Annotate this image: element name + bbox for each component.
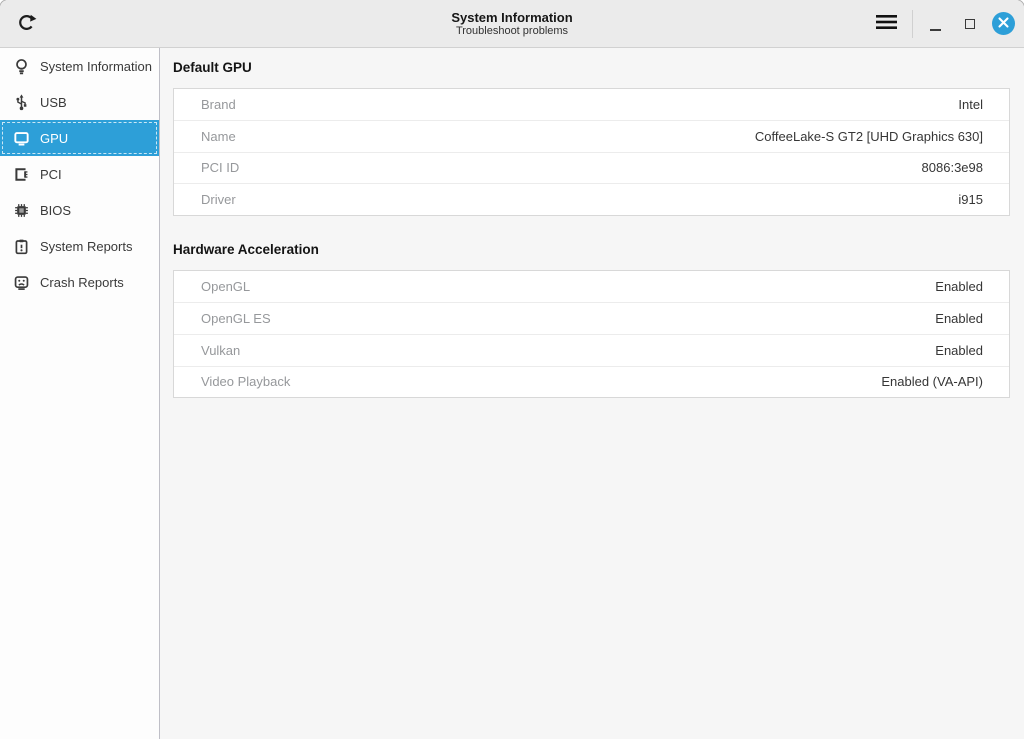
- row-value: 8086:3e98: [922, 160, 983, 175]
- table-row: OpenGL Enabled: [174, 271, 1009, 302]
- refresh-button[interactable]: [9, 7, 43, 41]
- section-title: Default GPU: [173, 60, 1010, 75]
- sidebar-item-label: PCI: [40, 167, 62, 182]
- section-title: Hardware Acceleration: [173, 242, 1010, 257]
- table-row: Brand Intel: [174, 89, 1009, 120]
- maximize-icon: [965, 19, 975, 29]
- hamburger-menu-icon: [876, 14, 897, 33]
- header-separator: [912, 10, 913, 38]
- section-default-gpu: Default GPU Brand Intel Name CoffeeLake-S GT…: [173, 60, 1010, 216]
- row-value: Enabled (VA-API): [881, 374, 983, 389]
- row-label: Video Playback: [201, 374, 290, 389]
- maximize-button[interactable]: [957, 7, 983, 41]
- sidebar-item-system-information[interactable]: System Information: [0, 48, 159, 84]
- sidebar-item-label: BIOS: [40, 203, 71, 218]
- crash-face-icon: [12, 273, 30, 291]
- table-row: OpenGL ES Enabled: [174, 302, 1009, 334]
- window-subtitle: Troubleshoot problems: [451, 25, 572, 38]
- app-body: System Information USB GPU PCI BIOS: [0, 48, 1024, 739]
- row-label: Name: [201, 129, 236, 144]
- row-label: PCI ID: [201, 160, 239, 175]
- info-table: Brand Intel Name CoffeeLake-S GT2 [UHD Grap…: [173, 88, 1010, 216]
- sidebar-item-label: System Reports: [40, 239, 132, 254]
- header-controls: [869, 7, 1024, 41]
- table-row: Name CoffeeLake-S GT2 [UHD Graphics 630]: [174, 120, 1009, 152]
- main-content: Default GPU Brand Intel Name CoffeeLake-S GT…: [160, 48, 1024, 739]
- sidebar-item-usb[interactable]: USB: [0, 84, 159, 120]
- sidebar-item-system-reports[interactable]: System Reports: [0, 228, 159, 264]
- chip-icon: [12, 201, 30, 219]
- sidebar-item-pci[interactable]: PCI: [0, 156, 159, 192]
- row-value: Enabled: [935, 343, 983, 358]
- sidebar-item-label: GPU: [40, 131, 68, 146]
- close-button[interactable]: [992, 12, 1015, 35]
- app-window: System Information Troubleshoot problems: [0, 0, 1024, 739]
- table-row: Video Playback Enabled (VA-API): [174, 366, 1009, 398]
- refresh-icon: [16, 12, 37, 36]
- sidebar-item-label: System Information: [40, 59, 152, 74]
- minimize-icon: [930, 29, 941, 31]
- row-label: Driver: [201, 192, 236, 207]
- headerbar: System Information Troubleshoot problems: [0, 0, 1024, 48]
- pci-card-icon: [12, 165, 30, 183]
- table-row: Vulkan Enabled: [174, 334, 1009, 366]
- window-title-block: System Information Troubleshoot problems: [451, 10, 572, 38]
- row-label: Vulkan: [201, 343, 240, 358]
- menu-button[interactable]: [869, 7, 903, 41]
- minimize-button[interactable]: [922, 7, 948, 41]
- row-value: CoffeeLake-S GT2 [UHD Graphics 630]: [755, 129, 983, 144]
- row-label: OpenGL: [201, 279, 250, 294]
- row-value: i915: [958, 192, 983, 207]
- row-value: Enabled: [935, 311, 983, 326]
- sidebar: System Information USB GPU PCI BIOS: [0, 48, 160, 739]
- sidebar-item-label: USB: [40, 95, 67, 110]
- usb-icon: [12, 93, 30, 111]
- sidebar-item-crash-reports[interactable]: Crash Reports: [0, 264, 159, 300]
- table-row: PCI ID 8086:3e98: [174, 152, 1009, 184]
- sidebar-item-bios[interactable]: BIOS: [0, 192, 159, 228]
- sidebar-item-label: Crash Reports: [40, 275, 124, 290]
- monitor-icon: [12, 129, 30, 147]
- info-table: OpenGL Enabled OpenGL ES Enabled Vulkan Enabl…: [173, 270, 1010, 398]
- row-value: Intel: [958, 97, 983, 112]
- clipboard-alert-icon: [12, 237, 30, 255]
- row-label: Brand: [201, 97, 236, 112]
- window-title: System Information: [451, 10, 572, 25]
- lightbulb-icon: [12, 57, 30, 75]
- section-hardware-acceleration: Hardware AccelerationOpenGLEnabledOpenGL…: [173, 242, 1010, 398]
- row-label: OpenGL ES: [201, 311, 271, 326]
- table-row: Driver i915: [174, 183, 1009, 215]
- row-value: Enabled: [935, 279, 983, 294]
- sidebar-item-gpu[interactable]: GPU: [0, 120, 159, 156]
- close-icon: [998, 16, 1009, 31]
